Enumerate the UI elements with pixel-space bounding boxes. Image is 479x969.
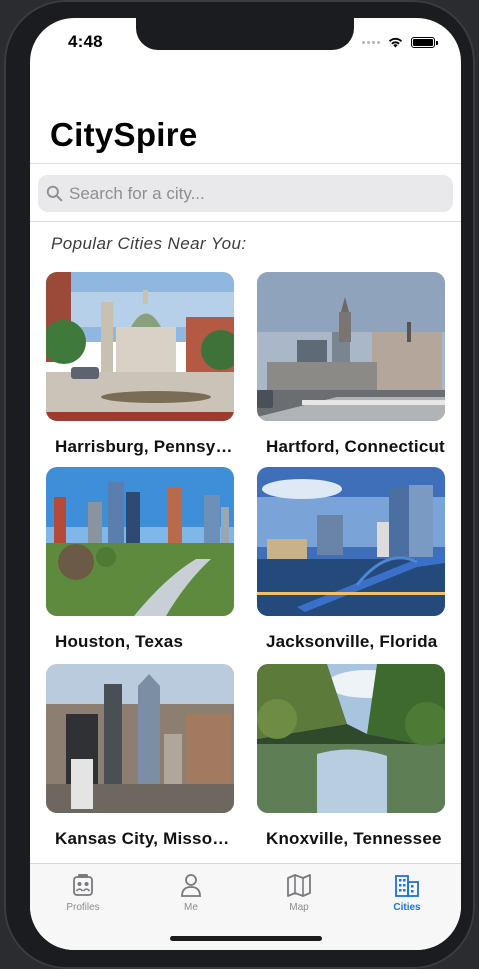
tab-me-label: Me (184, 902, 198, 913)
city-photo[interactable] (257, 272, 445, 421)
map-icon (287, 874, 311, 897)
city-name: Knoxville, Tennessee (266, 829, 442, 848)
tab-map[interactable]: Map (254, 872, 344, 913)
tab-cities[interactable]: Cities (362, 872, 452, 913)
search-input[interactable] (69, 183, 439, 204)
device-notch (136, 18, 354, 50)
page-title: CitySpire (50, 116, 198, 153)
tab-me[interactable]: Me (146, 872, 236, 913)
city-name: Hartford, Connecticut (266, 437, 445, 456)
tab-map-label: Map (289, 902, 309, 913)
city-name: Kansas City, Missouri (55, 829, 234, 848)
tab-profiles-label: Profiles (66, 902, 100, 913)
city-name: Harrisburg, Pennsyl... (55, 437, 234, 456)
phone-frame: 4:48 CitySpire Popular Cities Near You: (4, 0, 475, 969)
profiles-icon (73, 874, 93, 896)
tab-profiles[interactable]: Profiles (38, 872, 128, 913)
city-card[interactable]: Jacksonville, Florida (257, 467, 445, 652)
tab-cities-label: Cities (393, 902, 421, 913)
wifi-icon (388, 37, 403, 48)
battery-icon (411, 36, 438, 48)
home-indicator[interactable] (170, 936, 322, 941)
status-time: 4:48 (68, 32, 103, 51)
signal-icon (362, 40, 380, 44)
city-photo[interactable] (46, 664, 234, 813)
city-photo[interactable] (46, 467, 234, 616)
city-photo[interactable] (46, 272, 234, 421)
search-divider (30, 221, 461, 222)
city-name: Jacksonville, Florida (266, 632, 438, 651)
person-icon (181, 874, 201, 897)
status-icons (362, 36, 438, 48)
city-photo[interactable] (257, 467, 445, 616)
city-name: Houston, Texas (55, 632, 184, 651)
city-card[interactable]: Kansas City, Missouri (46, 664, 234, 849)
city-card[interactable]: Hartford, Connecticut (257, 272, 445, 457)
header-divider (30, 163, 461, 164)
city-card[interactable]: Houston, Texas (46, 467, 234, 652)
city-card[interactable]: Harrisburg, Pennsyl... (46, 272, 234, 457)
search-bar[interactable] (38, 175, 453, 212)
section-title: Popular Cities Near You: (51, 234, 247, 253)
search-icon (46, 185, 63, 202)
buildings-icon (395, 875, 419, 897)
app-screen: 4:48 CitySpire Popular Cities Near You: (30, 18, 461, 950)
city-photo[interactable] (257, 664, 445, 813)
city-card[interactable]: Knoxville, Tennessee (257, 664, 445, 849)
